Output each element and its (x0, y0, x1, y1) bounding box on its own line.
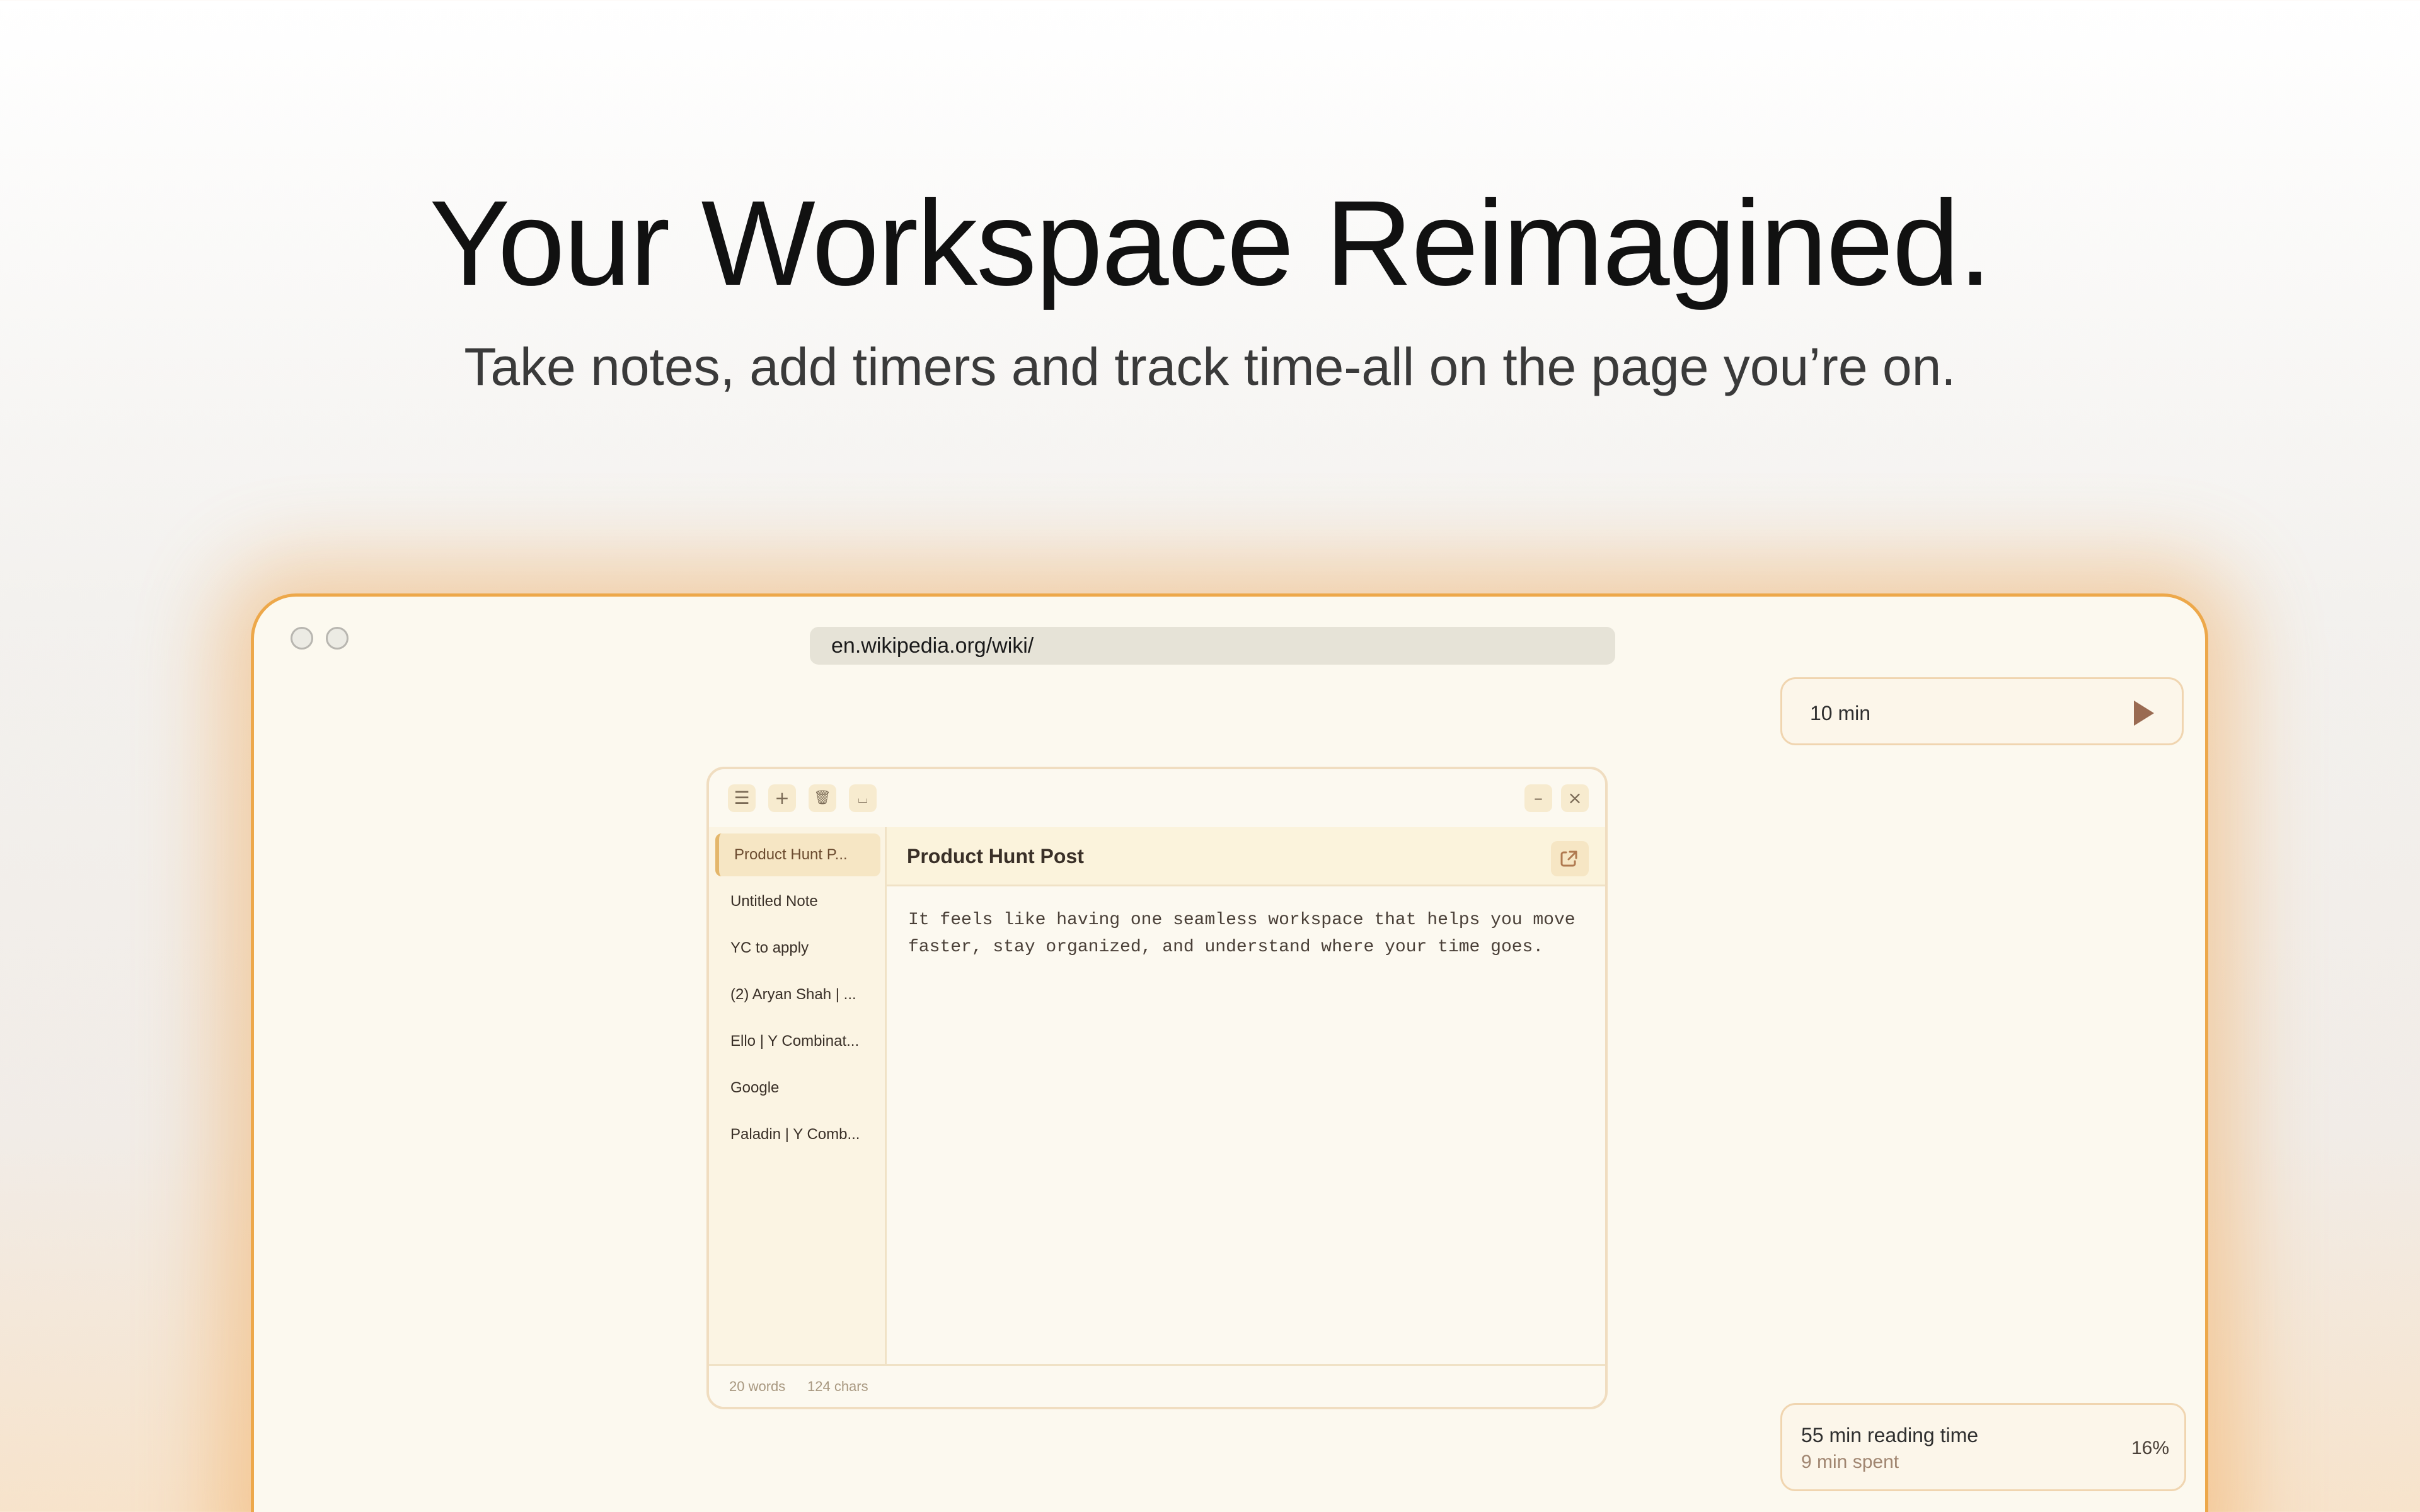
open-external-button[interactable] (1551, 841, 1589, 876)
sidebar-item[interactable]: YC to apply (715, 927, 880, 970)
external-link-icon (1560, 850, 1577, 867)
blank-icon[interactable]: ⌴ (849, 784, 877, 812)
window-control-button[interactable] (326, 627, 349, 650)
close-icon[interactable]: × (1561, 784, 1589, 812)
sidebar-item[interactable]: (2) Aryan Shah | ... (715, 973, 880, 1016)
minimize-icon[interactable]: – (1524, 784, 1552, 812)
notes-toolbar: ☰ + 🗑 ⌴ – × (709, 769, 1605, 827)
notes-footer: 20 words 124 chars (709, 1364, 1605, 1407)
note-title[interactable]: Product Hunt Post (907, 827, 1084, 885)
note-body[interactable]: It feels like having one seamless worksp… (908, 907, 1576, 961)
play-icon[interactable] (2134, 701, 2154, 726)
time-spent: 9 min spent (1801, 1452, 1899, 1472)
browser-window: en.wikipedia.org/wiki/ 10 min ☰ + 🗑 ⌴ – … (251, 593, 2208, 1512)
window-control-button[interactable] (291, 627, 313, 650)
notes-panel: ☰ + 🗑 ⌴ – × Product Hunt P... Untitled N… (706, 767, 1608, 1409)
reading-time-widget: 55 min reading time 9 min spent 16% (1780, 1403, 2186, 1491)
url-bar[interactable]: en.wikipedia.org/wiki/ (810, 627, 1615, 665)
editor-header: Product Hunt Post (887, 827, 1605, 886)
sidebar-item[interactable]: Paladin | Y Comb... (715, 1113, 880, 1156)
timer-label: 10 min (1810, 702, 1871, 724)
delete-icon[interactable]: 🗑 (809, 784, 836, 812)
hero-title: Your Workspace Reimagined. (429, 175, 1991, 311)
sidebar-item[interactable]: Google (715, 1067, 880, 1109)
sidebar-item[interactable]: Ello | Y Combinat... (715, 1020, 880, 1063)
reading-percent: 16% (2131, 1438, 2169, 1458)
menu-icon[interactable]: ☰ (728, 784, 756, 812)
word-count: 20 words (729, 1378, 786, 1394)
hero-subtitle: Take notes, add timers and track time-al… (464, 337, 1956, 396)
sidebar-item-active[interactable]: Product Hunt P... (715, 833, 880, 876)
timer-widget[interactable]: 10 min (1780, 677, 2184, 745)
sidebar-item[interactable]: Untitled Note (715, 880, 880, 923)
reading-time: 55 min reading time (1801, 1424, 1979, 1446)
char-count: 124 chars (807, 1378, 868, 1394)
add-note-icon[interactable]: + (768, 784, 796, 812)
notes-sidebar: Product Hunt P... Untitled Note YC to ap… (709, 827, 887, 1407)
